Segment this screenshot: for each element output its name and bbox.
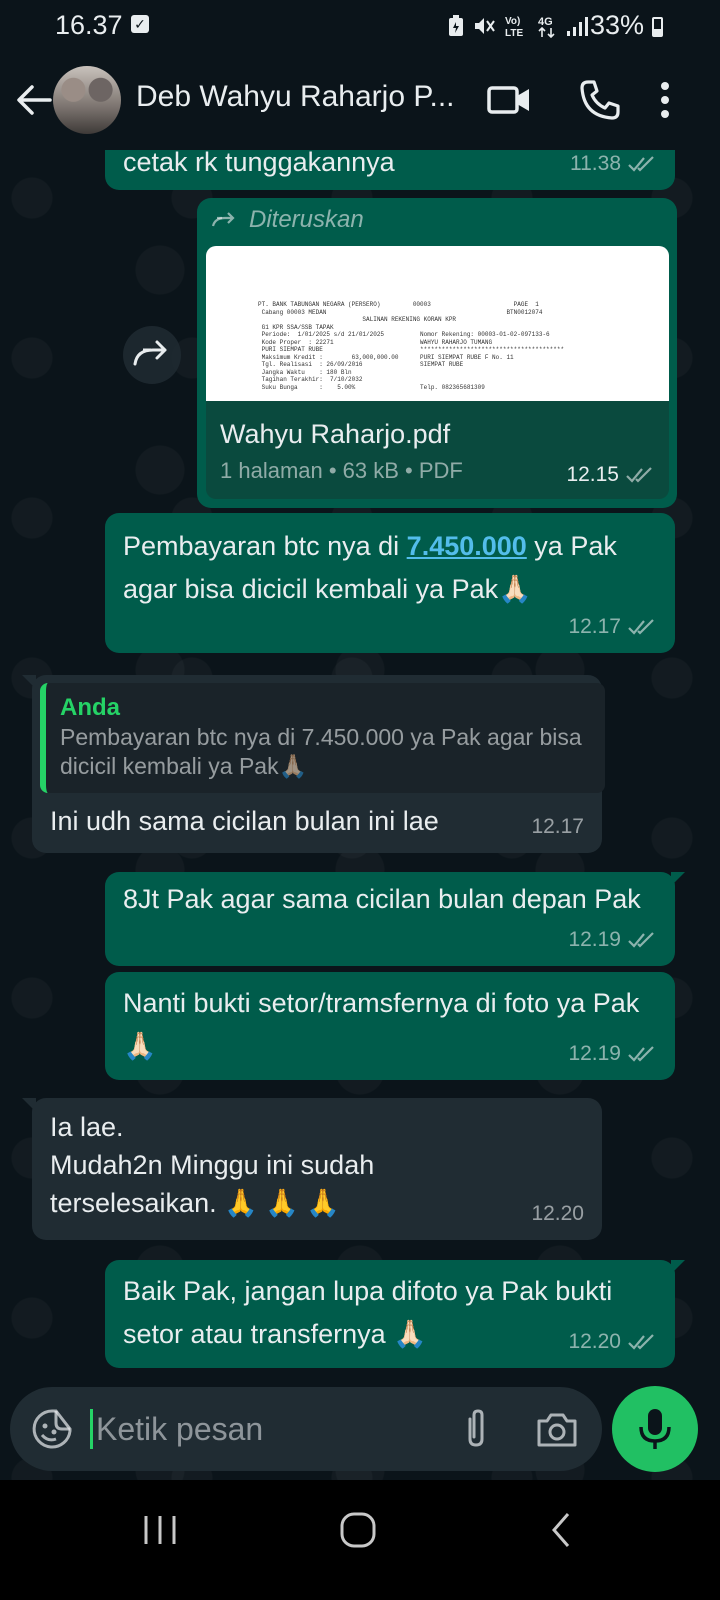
- pdf-file-info: 1 halaman • 63 kB • PDF: [220, 458, 463, 483]
- message-meta: 12.15: [566, 463, 655, 487]
- message-text: 8Jt Pak agar sama cicilan bulan depan Pa…: [123, 884, 641, 914]
- quote-author: Anda: [60, 694, 120, 721]
- message-input[interactable]: [96, 1403, 436, 1455]
- volte-icon: Vo)LTE: [505, 16, 523, 38]
- signal-icon: [567, 17, 588, 36]
- message-bubble[interactable]: Anda Pembayaran btc nya di 7.450.000 ya …: [22, 675, 605, 853]
- forward-icon: [133, 340, 167, 366]
- home-icon[interactable]: [336, 1508, 380, 1552]
- read-ticks-icon: [626, 467, 652, 483]
- pdf-line: G1 KPR SSA/SSB TAPAK: [258, 323, 334, 331]
- forwarded-icon: [211, 212, 235, 227]
- message-line: terselesaikan. 🙏 🙏 🙏: [50, 1188, 340, 1218]
- message-time: 12.19: [568, 1042, 621, 1065]
- message-bubble[interactable]: Pembayaran btc nya di 7.450.000 ya Pak a…: [105, 513, 675, 653]
- mute-icon: [475, 18, 495, 34]
- message-bubble[interactable]: Nanti bukti setor/tramsfernya di foto ya…: [105, 972, 675, 1080]
- pdf-line: PT. BANK TABUNGAN NEGARA (PERSERO) 00003…: [258, 301, 539, 308]
- message-line: Ia lae.: [50, 1112, 124, 1142]
- message-time: 12.17: [568, 615, 621, 638]
- message-time: 12.19: [568, 928, 621, 951]
- read-ticks-icon: [628, 619, 654, 635]
- status-bar: 16.37 ✓ Vo) LTE 4G 33%: [0, 0, 720, 52]
- pdf-footer[interactable]: Wahyu Raharjo.pdf 1 halaman • 63 kB • PD…: [206, 401, 669, 499]
- message-line: Mudah2n Minggu ini sudah: [50, 1150, 375, 1180]
- nav-back-icon[interactable]: [546, 1510, 576, 1550]
- notification-check-icon: ✓: [131, 15, 149, 33]
- message-bubble[interactable]: cetak rk tunggakannya 11.38: [105, 150, 675, 190]
- pdf-line: PURI SIEMPAT RUBE **********************…: [258, 346, 565, 353]
- forwarded-text: Diteruskan: [249, 206, 364, 233]
- text-caret: [90, 1409, 93, 1449]
- sticker-emoji-icon[interactable]: [30, 1407, 74, 1451]
- message-time: 12.15: [566, 463, 619, 486]
- pdf-line: Suku Bunga : 5.00% Telp. 082365681309: [258, 383, 485, 391]
- pdf-line: Jangka Waktu : 180 Bln: [258, 368, 352, 376]
- message-composer: [10, 1387, 602, 1471]
- recents-icon[interactable]: [140, 1510, 180, 1550]
- message-meta: 12.20: [568, 1324, 657, 1360]
- status-time: 16.37: [55, 10, 123, 40]
- svg-text:4G: 4G: [538, 16, 553, 28]
- message-text: Pembayaran btc nya di 7.450.000 ya Pak a…: [123, 525, 658, 611]
- message-text: Ia lae. Mudah2n Minggu ini sudah tersele…: [50, 1108, 374, 1222]
- phone-icon[interactable]: [576, 76, 624, 124]
- pdf-preview[interactable]: PT. BANK TABUNGAN NEGARA (PERSERO) 00003…: [206, 246, 669, 401]
- network-4g-icon: 4G: [538, 16, 555, 38]
- pdf-line: SALINAN REKENING KORAN KPR: [258, 316, 457, 323]
- message-meta: 12.20: [531, 1196, 584, 1232]
- back-arrow-icon[interactable]: [12, 76, 56, 124]
- forward-button[interactable]: [123, 326, 181, 384]
- message-meta: 11.38: [570, 150, 657, 182]
- message-text: cetak rk tunggakannya: [123, 150, 395, 177]
- system-nav-bar: [0, 1480, 720, 1600]
- pdf-line: Maksimum Kredit : 63,000,000.00 PURI SIE…: [258, 353, 514, 361]
- microphone-icon: [639, 1409, 671, 1449]
- message-bubble[interactable]: Baik Pak, jangan lupa difoto ya Pak bukt…: [105, 1260, 685, 1368]
- message-meta: 12.17: [531, 809, 584, 845]
- message-time: 11.38: [570, 152, 621, 175]
- message-meta: 12.19: [568, 1036, 657, 1072]
- message-time: 12.17: [531, 815, 584, 838]
- message-time: 12.20: [568, 1330, 621, 1353]
- svg-text:Vo): Vo): [505, 16, 520, 27]
- pdf-file-name: Wahyu Raharjo.pdf: [220, 419, 451, 449]
- message-bubble[interactable]: 8Jt Pak agar sama cicilan bulan depan Pa…: [105, 872, 685, 966]
- pdf-line: Periode: 1/01/2025 s/d 21/01/2025 Nomor …: [258, 331, 550, 338]
- battery-percent: 33%: [590, 10, 645, 40]
- attach-icon[interactable]: [456, 1407, 496, 1451]
- avatar[interactable]: [53, 66, 121, 134]
- chat-header: Deb Wahyu Raharjo P...: [0, 52, 720, 150]
- forwarded-document-message[interactable]: Diteruskan PT. BANK TABUNGAN NEGARA (PER…: [197, 198, 677, 508]
- quoted-message[interactable]: Anda Pembayaran btc nya di 7.450.000 ya …: [40, 683, 605, 793]
- read-ticks-icon: [628, 1046, 654, 1062]
- pdf-line: Cabang 00003 MEDAN BTN0012074: [258, 308, 543, 316]
- message-text-part: Pembayaran btc nya di: [123, 531, 407, 561]
- video-call-icon[interactable]: [486, 76, 534, 124]
- more-vert-icon[interactable]: [654, 76, 684, 124]
- contact-name[interactable]: Deb Wahyu Raharjo P...: [136, 80, 455, 114]
- voice-record-button[interactable]: [612, 1386, 698, 1472]
- read-ticks-icon: [628, 932, 654, 948]
- status-icons: Vo) LTE 4G: [448, 14, 588, 38]
- pdf-line: Tagihan Terakhir: 7/10/2032: [258, 376, 363, 383]
- read-ticks-icon: [628, 1334, 654, 1350]
- message-time: 12.20: [531, 1202, 584, 1225]
- read-ticks-icon: [628, 156, 654, 172]
- quote-text: Pembayaran btc nya di 7.450.000 ya Pak a…: [60, 724, 582, 779]
- message-meta: 12.17: [568, 609, 657, 645]
- amount-link[interactable]: 7.450.000: [407, 531, 527, 561]
- battery-icon: [652, 17, 663, 37]
- camera-icon[interactable]: [535, 1407, 579, 1451]
- svg-text:LTE: LTE: [505, 28, 523, 38]
- battery-saver-icon: [449, 15, 463, 36]
- pdf-line: Kode Proper : 22271 WAHYU RAHARJO TUMANG: [258, 338, 493, 346]
- pdf-line: Tgl. Realisasi : 26/09/2016 SIEMPAT RUBE: [258, 361, 464, 368]
- message-bubble[interactable]: Ia lae. Mudah2n Minggu ini sudah tersele…: [22, 1098, 602, 1240]
- chat-area[interactable]: cetak rk tunggakannya 11.38 Diteruskan P…: [0, 150, 720, 1480]
- message-text: Ini udh sama cicilan bulan ini lae: [50, 806, 439, 836]
- message-meta: 12.19: [568, 922, 657, 958]
- forwarded-label: Diteruskan: [211, 206, 364, 234]
